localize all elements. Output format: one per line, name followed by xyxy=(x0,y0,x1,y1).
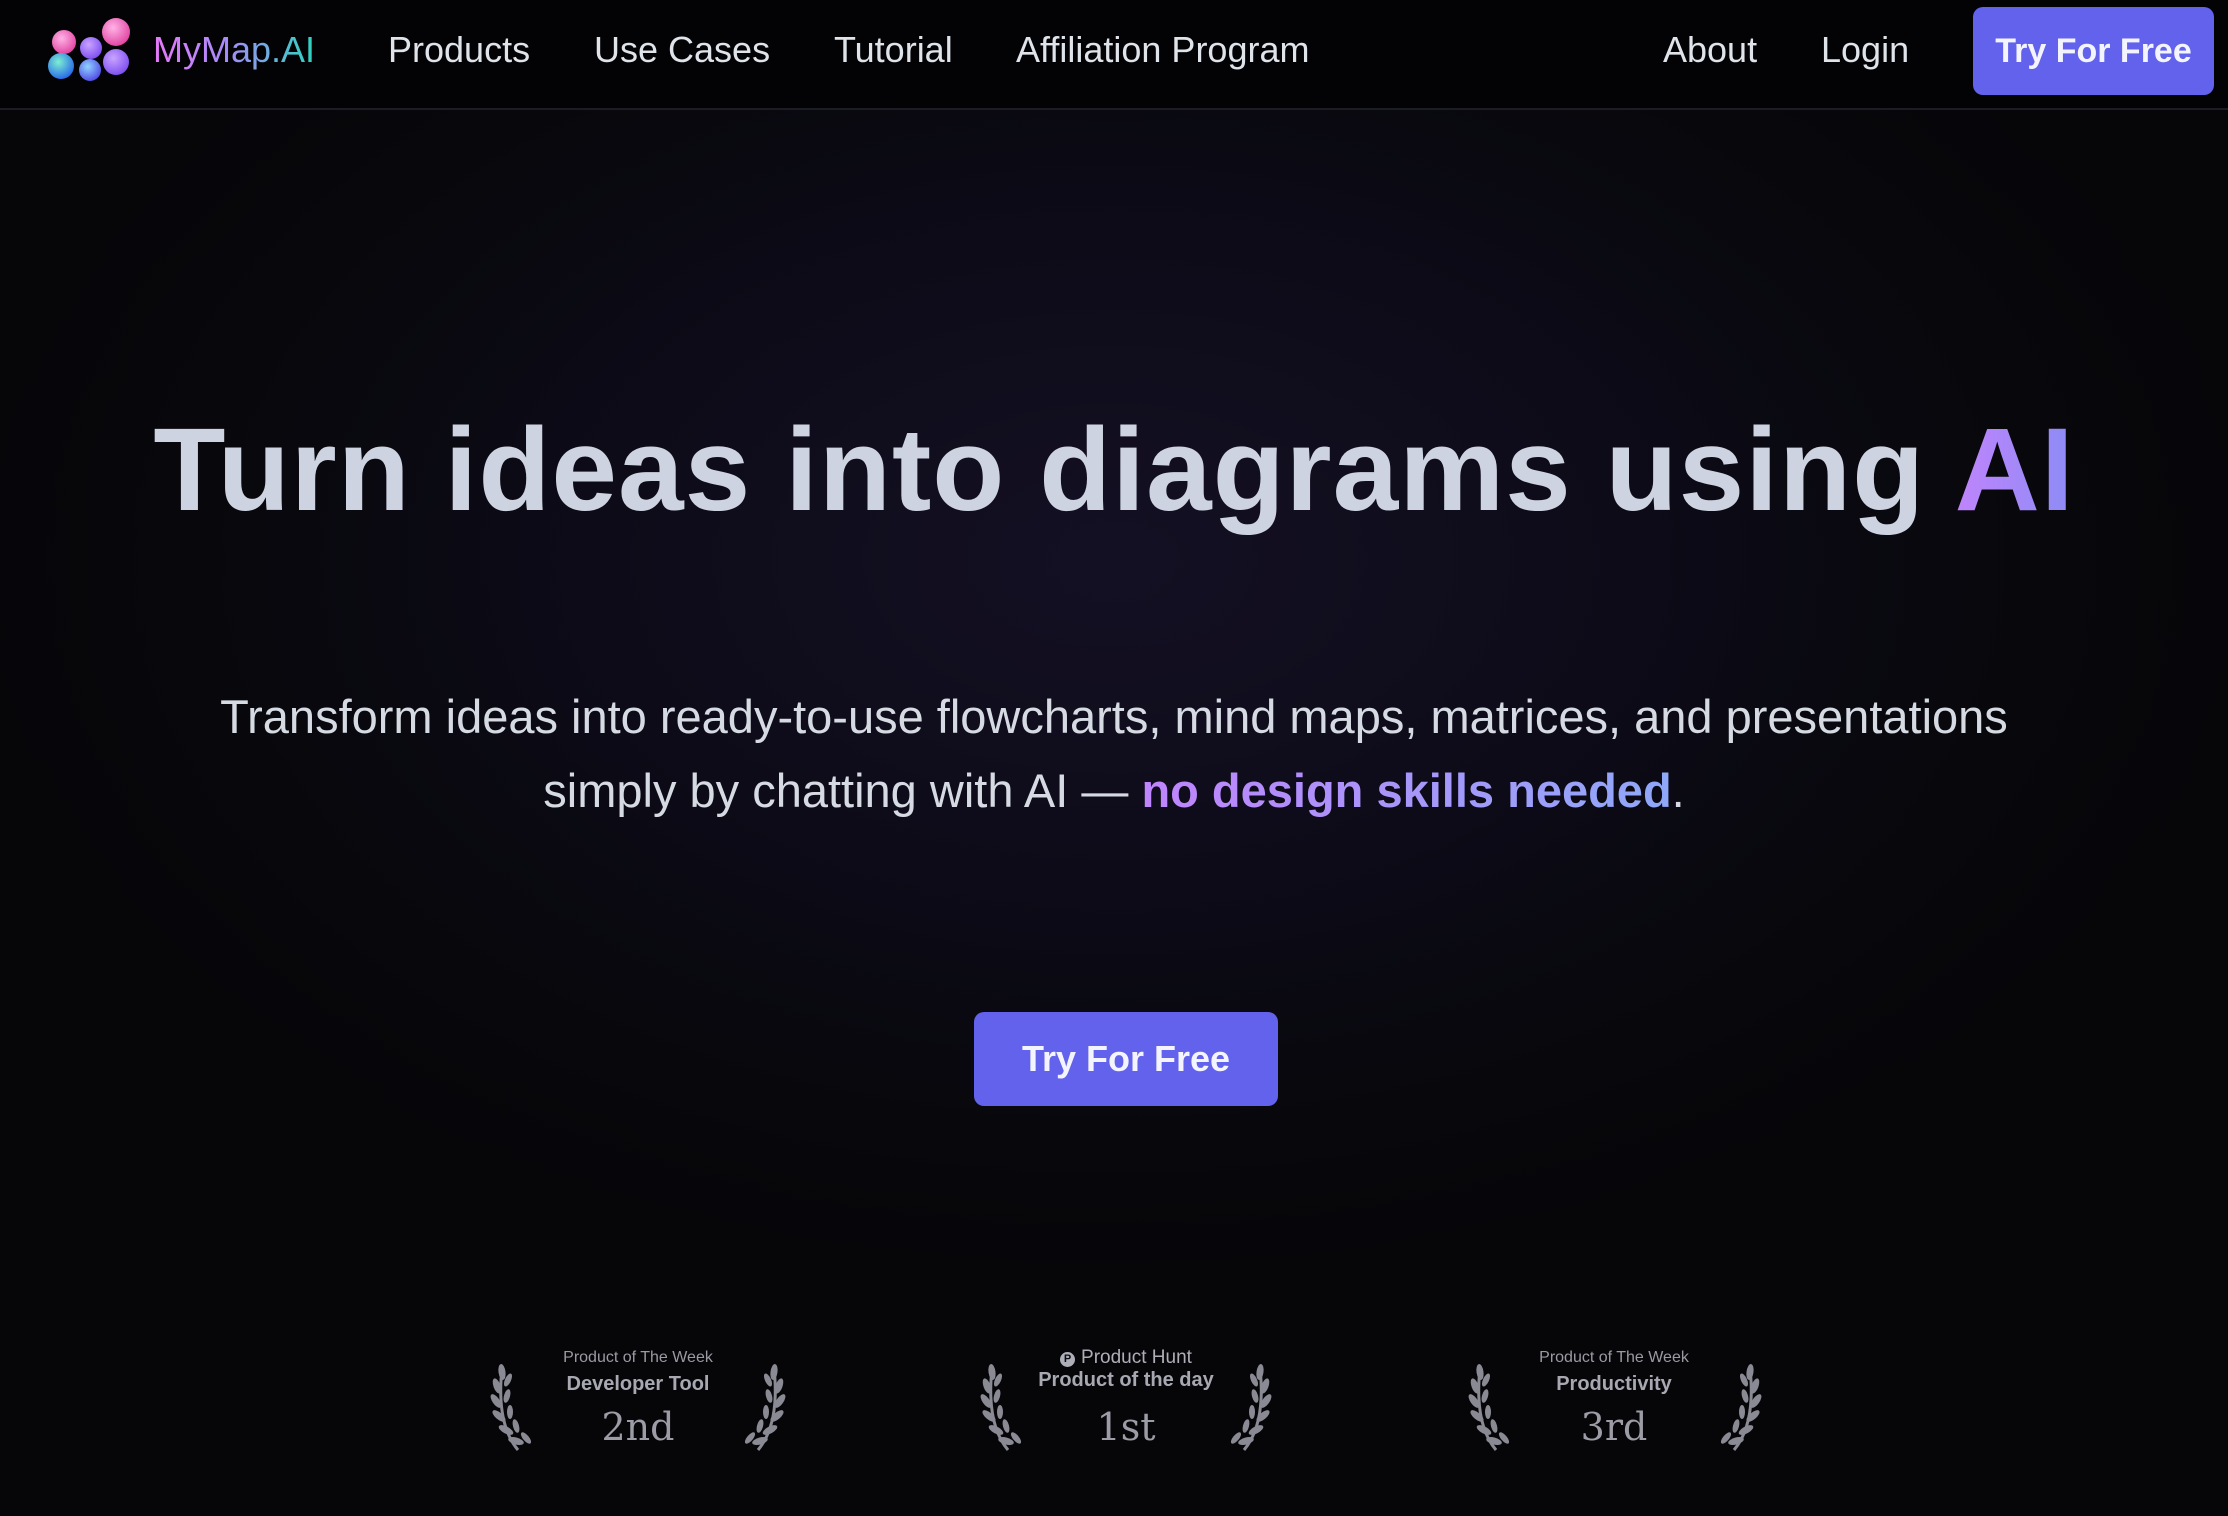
badge-category: Productivity xyxy=(1556,1373,1672,1395)
try-for-free-nav-button[interactable]: Try For Free xyxy=(1973,7,2214,95)
badge-category: Developer Tool xyxy=(566,1373,710,1395)
hero-title-accent: AI xyxy=(1954,404,2075,536)
hero-subtitle: Transform ideas into ready-to-use flowch… xyxy=(0,680,2228,828)
badge-rank: 3rd xyxy=(1580,1405,1648,1449)
top-navbar: MyMap.AI Products Use Cases Tutorial Aff… xyxy=(0,0,2228,110)
badge-top-label: P Product Hunt xyxy=(966,1348,1286,1368)
badge-top-label: Product of The Week xyxy=(563,1349,713,1366)
nav-link-use-cases[interactable]: Use Cases xyxy=(594,28,770,72)
hero-subtitle-line2: simply by chatting with AI — no design s… xyxy=(0,754,2228,828)
badge-top-label-text: Product Hunt xyxy=(1081,1347,1192,1368)
try-for-free-hero-button[interactable]: Try For Free xyxy=(974,1012,1278,1106)
nav-link-about[interactable]: About xyxy=(1663,28,1757,72)
award-badge-developer-tool[interactable]: Product of The Week Developer Tool 2nd xyxy=(478,1338,798,1458)
hero-subtitle-highlight: no design skills needed xyxy=(1141,764,1672,817)
nav-link-login[interactable]: Login xyxy=(1821,28,1909,72)
mymap-logo-icon[interactable] xyxy=(44,14,136,84)
nav-link-products[interactable]: Products xyxy=(388,28,530,72)
hero-subtitle-line1: Transform ideas into ready-to-use flowch… xyxy=(220,690,2008,743)
product-hunt-icon: P xyxy=(1060,1352,1076,1367)
badge-top-label: Product of The Week xyxy=(1539,1349,1689,1366)
badge-rank: 1st xyxy=(1096,1405,1156,1449)
award-badge-productivity[interactable]: Product of The Week Productivity 3rd xyxy=(1454,1338,1774,1458)
hero-title: Turn ideas into diagrams using AI xyxy=(0,405,2228,535)
hero-title-main: Turn ideas into diagrams using xyxy=(153,404,1955,536)
page: MyMap.AI Products Use Cases Tutorial Aff… xyxy=(0,0,2228,1516)
badge-category: Product of the day xyxy=(1038,1369,1214,1391)
award-badge-product-hunt[interactable]: P Product Hunt Product of the day 1st xyxy=(966,1338,1286,1458)
brand-name[interactable]: MyMap.AI xyxy=(153,28,315,72)
badge-rank: 2nd xyxy=(601,1405,675,1449)
nav-link-affiliation-program[interactable]: Affiliation Program xyxy=(1016,28,1309,72)
nav-link-tutorial[interactable]: Tutorial xyxy=(834,28,953,72)
hero-subtitle-suffix: . xyxy=(1671,764,1685,817)
hero-subtitle-prefix: simply by chatting with AI — xyxy=(543,764,1142,817)
